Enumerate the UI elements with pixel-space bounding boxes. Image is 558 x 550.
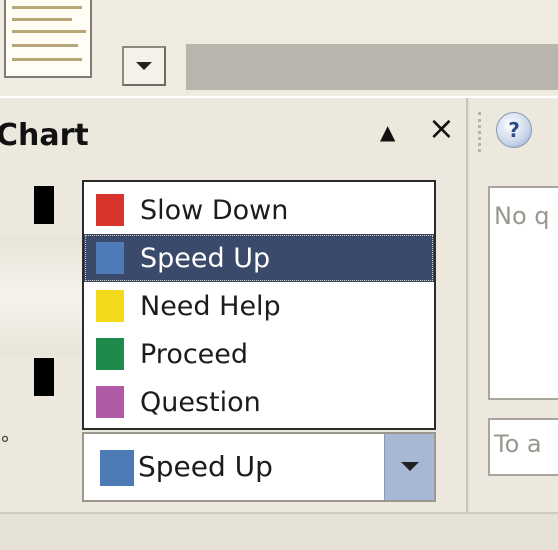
option-label: Proceed (140, 338, 249, 370)
status-color-swatch (96, 194, 124, 226)
toolbar-grip (478, 112, 482, 152)
help-icon[interactable]: ? (496, 112, 532, 148)
panel-title: Chart (0, 118, 89, 153)
status-color-swatch (96, 290, 124, 322)
toolbar-gray-band (186, 44, 558, 90)
slide-thumbnail[interactable] (4, 0, 92, 78)
chevron-down-icon (401, 462, 419, 471)
option-label: Need Help (140, 290, 281, 322)
status-color-swatch (96, 338, 124, 370)
left-edge-glyph: ° (0, 432, 10, 456)
option-label: Slow Down (140, 194, 289, 226)
collapse-button[interactable]: ▲ (380, 120, 395, 144)
ask-placeholder: To a (494, 430, 542, 458)
participant-color-swatch (34, 186, 54, 224)
dropdown-option-question[interactable]: Question (84, 378, 434, 426)
combo-dropdown-button[interactable] (384, 434, 434, 500)
status-bar (0, 512, 558, 550)
thumbnail-dropdown-button[interactable] (122, 46, 166, 86)
chevron-down-icon (136, 62, 152, 70)
status-color-swatch (96, 242, 124, 274)
dropdown-option-proceed[interactable]: Proceed (84, 330, 434, 378)
option-label: Question (140, 386, 261, 418)
dropdown-option-slow-down[interactable]: Slow Down (84, 186, 434, 234)
status-dropdown-list: Slow Down Speed Up Need Help Proceed Que… (82, 180, 436, 430)
option-label: Speed Up (140, 242, 271, 274)
status-color-swatch (96, 386, 124, 418)
dropdown-option-need-help[interactable]: Need Help (84, 282, 434, 330)
dropdown-option-speed-up[interactable]: Speed Up (84, 234, 434, 282)
participant-color-swatch (34, 358, 54, 396)
selected-status-value: Speed Up (138, 450, 273, 483)
panel-shade (0, 236, 82, 356)
questions-placeholder: No q (494, 202, 550, 230)
selected-color-swatch (100, 450, 134, 486)
close-button[interactable]: × (428, 112, 455, 144)
